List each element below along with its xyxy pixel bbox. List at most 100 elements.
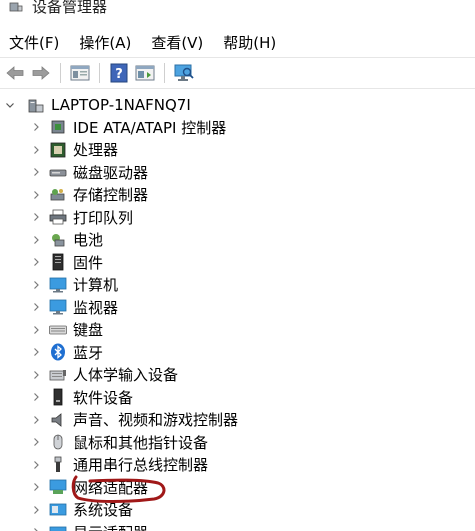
menu-action[interactable]: 操作(A) [79, 32, 131, 53]
tree-item-processor[interactable]: 处理器 [0, 139, 475, 162]
tree-item-monitor[interactable]: 监视器 [0, 296, 475, 319]
display-adapter-icon [49, 523, 67, 531]
network-adapter-icon [49, 478, 67, 496]
chevron-right-icon[interactable] [31, 257, 41, 267]
storage-controller-icon [49, 186, 67, 204]
help-icon[interactable]: ? [108, 62, 130, 84]
tree-item-label: 键盘 [73, 321, 104, 340]
window-title: 设备管理器 [32, 0, 108, 16]
tree-item-label: 系统设备 [73, 501, 134, 520]
disk-drive-icon [49, 163, 67, 181]
monitor-icon [49, 298, 67, 316]
system-device-icon [49, 501, 67, 519]
tree-item-label: 鼠标和其他指针设备 [73, 433, 209, 452]
tree-item-mouse[interactable]: 鼠标和其他指针设备 [0, 431, 475, 454]
chevron-right-icon[interactable] [31, 392, 41, 402]
firmware-icon [49, 253, 67, 271]
tree-root[interactable]: LAPTOP-1NAFNQ7I [0, 94, 475, 116]
tree-item-label: 处理器 [73, 141, 119, 160]
device-category-list: IDE ATA/ATAPI 控制器 处理器磁盘驱动器存储控制器打印队列电池固件计算… [0, 116, 475, 531]
menu-view[interactable]: 查看(V) [151, 32, 203, 53]
tree-item-label: 人体学输入设备 [73, 366, 179, 385]
title-bar: 设备管理器 [0, 0, 475, 18]
tree-item-label: IDE ATA/ATAPI 控制器 [73, 118, 227, 137]
svg-text:?: ? [115, 67, 123, 82]
chevron-right-icon[interactable] [31, 370, 41, 380]
tree-item-system-device[interactable]: 系统设备 [0, 499, 475, 522]
forward-arrow-icon[interactable] [30, 62, 52, 84]
chevron-right-icon[interactable] [31, 302, 41, 312]
processor-icon [49, 141, 67, 159]
chevron-right-icon[interactable] [31, 482, 41, 492]
properties-panel-icon[interactable] [69, 62, 91, 84]
toolbar-separator [99, 63, 100, 83]
root-label: LAPTOP-1NAFNQ7I [51, 96, 191, 114]
tree-item-label: 声音、视频和游戏控制器 [73, 411, 239, 430]
chevron-right-icon[interactable] [31, 415, 41, 425]
device-manager-window: 设备管理器 文件(F) 操作(A) 查看(V) 帮助(H) ? LAPTOP-1… [0, 0, 475, 531]
tree-item-speaker[interactable]: 声音、视频和游戏控制器 [0, 409, 475, 432]
tree-item-storage-controller[interactable]: 存储控制器 [0, 184, 475, 207]
toolbar-separator [60, 63, 61, 83]
chevron-right-icon[interactable] [31, 347, 41, 357]
mouse-icon [49, 433, 67, 451]
chevron-right-icon[interactable] [31, 505, 41, 515]
tree-item-label: 磁盘驱动器 [73, 163, 149, 182]
menu-help[interactable]: 帮助(H) [223, 32, 276, 53]
chevron-right-icon[interactable] [31, 437, 41, 447]
tree-item-computer-monitor[interactable]: 计算机 [0, 274, 475, 297]
tree-item-display-adapter[interactable]: 显示适配器 [0, 521, 475, 531]
tree-item-network-adapter[interactable]: 网络适配器 [0, 476, 475, 499]
tree-item-disk-drive[interactable]: 磁盘驱动器 [0, 161, 475, 184]
keyboard-icon [49, 321, 67, 339]
chevron-right-icon[interactable] [31, 212, 41, 222]
tree-item-battery[interactable]: 电池 [0, 229, 475, 252]
tree-item-label: 计算机 [73, 276, 119, 295]
toolbar: ? [0, 57, 475, 89]
tree-item-hid[interactable]: 人体学输入设备 [0, 364, 475, 387]
menu-bar: 文件(F) 操作(A) 查看(V) 帮助(H) [0, 30, 475, 54]
chevron-right-icon[interactable] [31, 280, 41, 290]
tree-item-ide-controller[interactable]: IDE ATA/ATAPI 控制器 [0, 116, 475, 139]
bluetooth-icon [49, 343, 67, 361]
ide-controller-icon [49, 118, 67, 136]
update-driver-icon[interactable] [134, 62, 156, 84]
printer-icon [49, 208, 67, 226]
chevron-right-icon[interactable] [31, 145, 41, 155]
software-device-icon [49, 388, 67, 406]
chevron-right-icon[interactable] [31, 460, 41, 470]
hid-icon [49, 366, 67, 384]
speaker-icon [49, 411, 67, 429]
tree-item-software-device[interactable]: 软件设备 [0, 386, 475, 409]
chevron-down-icon[interactable] [5, 100, 15, 110]
chevron-right-icon[interactable] [31, 235, 41, 245]
tree-item-bluetooth[interactable]: 蓝牙 [0, 341, 475, 364]
chevron-right-icon[interactable] [31, 190, 41, 200]
device-manager-app-icon [8, 0, 24, 14]
computer-icon [27, 96, 45, 114]
tree-item-label: 监视器 [73, 298, 119, 317]
chevron-right-icon[interactable] [31, 325, 41, 335]
tree-item-label: 固件 [73, 253, 104, 272]
tree-item-label: 网络适配器 [73, 478, 149, 497]
chevron-right-icon[interactable] [31, 122, 41, 132]
computer-monitor-icon [49, 276, 67, 294]
scan-hardware-icon[interactable] [173, 62, 195, 84]
tree-item-usb[interactable]: 通用串行总线控制器 [0, 454, 475, 477]
tree-item-label: 打印队列 [73, 208, 134, 227]
toolbar-separator [164, 63, 165, 83]
tree-item-label: 显示适配器 [73, 522, 148, 531]
tree-item-label: 电池 [73, 231, 104, 250]
tree-item-firmware[interactable]: 固件 [0, 251, 475, 274]
tree-item-keyboard[interactable]: 键盘 [0, 319, 475, 342]
menu-file[interactable]: 文件(F) [9, 32, 59, 53]
tree-item-label: 通用串行总线控制器 [73, 456, 209, 475]
chevron-right-icon[interactable] [31, 167, 41, 177]
battery-icon [49, 231, 67, 249]
tree-item-printer[interactable]: 打印队列 [0, 206, 475, 229]
tree-item-label: 软件设备 [73, 388, 134, 407]
chevron-right-icon[interactable] [31, 527, 41, 531]
tree-item-label: 存储控制器 [73, 186, 149, 205]
device-tree: LAPTOP-1NAFNQ7I IDE ATA/ATAPI 控制器 处理器磁盘驱动… [0, 94, 475, 531]
back-arrow-icon[interactable] [4, 62, 26, 84]
